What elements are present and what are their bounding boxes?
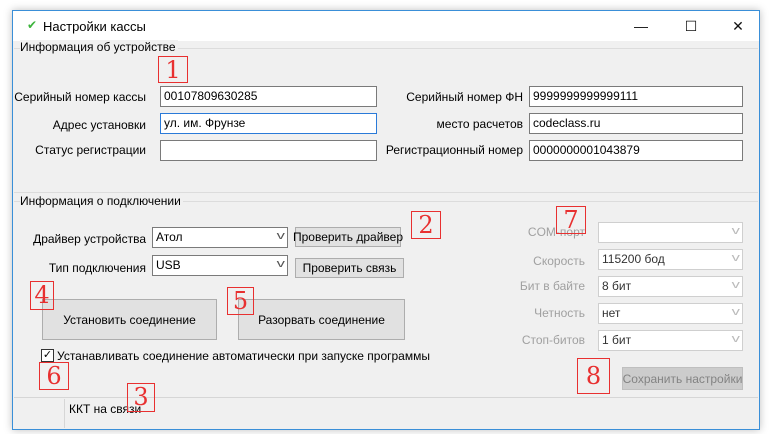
title-bar: ✔ Настройки кассы — ☐ ✕ xyxy=(13,11,759,41)
type-value: USB xyxy=(156,258,181,272)
chevron-down-icon: v xyxy=(731,333,740,345)
fn-serial-label: Серийный номер ФН xyxy=(406,90,523,104)
chevron-down-icon: v xyxy=(731,252,740,264)
connection-group-label: Информация о подключении xyxy=(20,194,183,208)
annotation-7: 7 xyxy=(556,206,586,234)
speed-label: Скорость xyxy=(533,254,585,268)
stop-bits-select[interactable]: 1 бит v xyxy=(598,330,743,351)
minimize-button[interactable]: — xyxy=(624,15,658,37)
status-bar-divider xyxy=(64,399,65,428)
bits-select[interactable]: 8 бит v xyxy=(598,276,743,297)
parity-value: нет xyxy=(602,306,621,320)
chevron-down-icon: v xyxy=(276,258,285,270)
stop-bits-label: Стоп-битов xyxy=(521,333,585,347)
reg-status-input[interactable] xyxy=(160,140,377,161)
stop-bits-value: 1 бит xyxy=(602,333,632,347)
annotation-2: 2 xyxy=(411,211,441,239)
save-settings-button[interactable]: Сохранить настройки xyxy=(622,367,743,390)
disconnect-button[interactable]: Разорвать соединение xyxy=(238,299,405,340)
serial-label: Серийный номер кассы xyxy=(14,90,146,104)
separator xyxy=(14,192,758,193)
auto-connect-label[interactable]: Устанавливать соединение автоматически п… xyxy=(57,349,430,363)
type-label: Тип подключения xyxy=(48,261,146,275)
driver-label: Драйвер устройства xyxy=(33,232,146,246)
com-port-select[interactable]: v xyxy=(598,222,743,243)
annotation-5: 5 xyxy=(227,287,254,315)
address-label: Адрес установки xyxy=(52,118,146,132)
fn-serial-input[interactable]: 9999999999999111 xyxy=(529,86,743,107)
chevron-down-icon: v xyxy=(276,230,285,242)
place-input[interactable]: codeclass.ru xyxy=(529,113,743,134)
checkmark-icon: ✓ xyxy=(42,349,53,361)
window-title: Настройки кассы xyxy=(43,19,146,34)
connection-type-select[interactable]: USB v xyxy=(152,255,288,276)
place-label: место расчетов xyxy=(436,117,523,131)
annotation-4: 4 xyxy=(30,281,54,310)
device-group-label: Информация об устройстве xyxy=(20,40,178,54)
annotation-3: 3 xyxy=(127,383,155,412)
annotation-1: 1 xyxy=(158,56,188,83)
parity-select[interactable]: нет v xyxy=(598,303,743,324)
serial-input[interactable]: 00107809630285 xyxy=(160,86,377,107)
driver-select[interactable]: Атол v xyxy=(152,227,288,248)
address-input[interactable]: ул. им. Фрунзе xyxy=(160,113,377,134)
chevron-down-icon: v xyxy=(731,225,740,237)
parity-label: Четность xyxy=(534,306,585,320)
close-button[interactable]: ✕ xyxy=(721,15,755,37)
reg-number-label: Регистрационный номер xyxy=(385,143,523,157)
bits-label: Бит в байте xyxy=(519,279,585,293)
check-icon: ✔ xyxy=(27,18,38,32)
connect-button[interactable]: Установить соединение xyxy=(42,299,217,340)
auto-connect-checkbox[interactable]: ✓ xyxy=(41,349,54,362)
speed-value: 115200 бод xyxy=(602,252,665,266)
reg-status-label: Статус регистрации xyxy=(35,143,146,157)
speed-select[interactable]: 115200 бод v xyxy=(598,249,743,270)
chevron-down-icon: v xyxy=(731,306,740,318)
status-bar-top-line xyxy=(14,397,758,398)
check-driver-button[interactable]: Проверить драйвер xyxy=(293,227,403,247)
chevron-down-icon: v xyxy=(731,279,740,291)
driver-value: Атол xyxy=(156,230,183,244)
maximize-button[interactable]: ☐ xyxy=(674,15,708,37)
check-link-button[interactable]: Проверить связь xyxy=(295,258,404,278)
annotation-8: 8 xyxy=(577,358,610,394)
annotation-6: 6 xyxy=(39,362,69,390)
reg-number-input[interactable]: 0000000001043879 xyxy=(529,140,743,161)
bits-value: 8 бит xyxy=(602,279,632,293)
